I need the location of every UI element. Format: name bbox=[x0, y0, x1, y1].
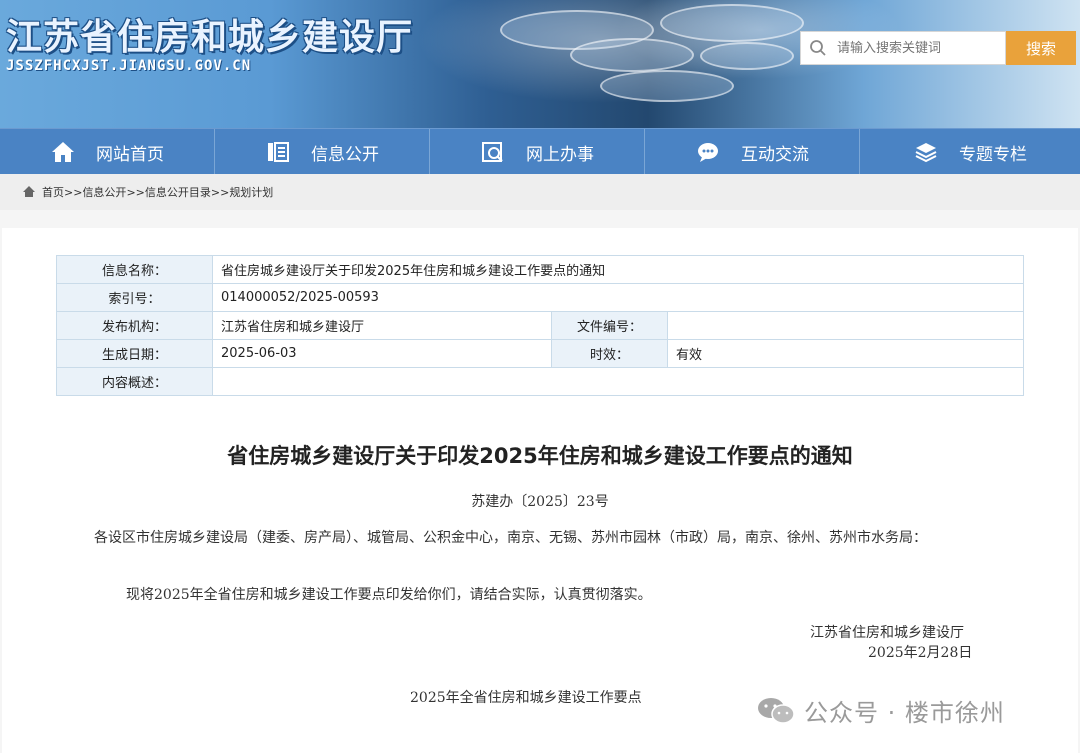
nav-item-home[interactable]: 网站首页 bbox=[0, 129, 215, 175]
breadcrumb: 首页 >> 信息公开 >> 信息公开目录 >> 规划计划 bbox=[0, 174, 1080, 210]
document-metadata-table: 信息名称： 省住房城乡建设厅关于印发2025年住房和城乡建设工作要点的通知 索引… bbox=[56, 255, 1024, 396]
site-header: 江苏省住房和城乡建设厅 JSSZFHCXJST.JIANGSU.GOV.CN 搜… bbox=[0, 0, 1080, 128]
signature-organization: 江苏省住房和城乡建设厅 bbox=[810, 625, 964, 641]
wechat-icon bbox=[758, 697, 795, 724]
document-title: 省住房城乡建设厅关于印发2025年住房和城乡建设工作要点的通知 bbox=[227, 444, 853, 468]
nav-item-interaction[interactable]: 互动交流 bbox=[645, 129, 860, 175]
table-row: 索引号： 014000052/2025-00593 bbox=[56, 283, 1024, 312]
nav-label: 网上办事 bbox=[526, 144, 594, 165]
document-body: 现将2025年全省住房和城乡建设工作要点印发给你们，请结合实际，认真贯彻落实。 bbox=[126, 587, 652, 603]
publisher-label: 发布机构： bbox=[56, 311, 213, 340]
index-value: 014000052/2025-00593 bbox=[212, 283, 1024, 312]
doc-number-label: 文件编号： bbox=[551, 311, 668, 340]
breadcrumb-separator: >> bbox=[210, 185, 230, 199]
nav-item-special-topics[interactable]: 专题专栏 bbox=[860, 129, 1080, 175]
table-row: 信息名称： 省住房城乡建设厅关于印发2025年住房和城乡建设工作要点的通知 bbox=[56, 255, 1024, 284]
breadcrumb-info-catalog[interactable]: 信息公开目录 bbox=[145, 184, 211, 200]
breadcrumb-planning[interactable]: 规划计划 bbox=[229, 184, 273, 200]
date-value: 2025-06-03 bbox=[212, 339, 552, 368]
validity-value: 有效 bbox=[667, 339, 1024, 368]
home-icon bbox=[50, 139, 76, 165]
home-icon bbox=[23, 186, 35, 197]
info-name-value: 省住房城乡建设厅关于印发2025年住房和城乡建设工作要点的通知 bbox=[212, 255, 1024, 284]
document-number: 苏建办〔2025〕23号 bbox=[471, 494, 609, 510]
breadcrumb-info-disclosure[interactable]: 信息公开 bbox=[82, 184, 126, 200]
summary-label: 内容概述： bbox=[56, 367, 213, 396]
watermark-text: 公众号 · 楼市徐州 bbox=[804, 699, 1005, 727]
table-row: 发布机构： 江苏省住房和城乡建设厅 文件编号： bbox=[56, 311, 1024, 340]
search-button[interactable]: 搜索 bbox=[1006, 31, 1076, 65]
site-title[interactable]: 江苏省住房和城乡建设厅 bbox=[6, 8, 413, 60]
table-row: 生成日期： 2025-06-03 时效： 有效 bbox=[56, 339, 1024, 368]
breadcrumb-separator: >> bbox=[64, 185, 83, 199]
chat-icon bbox=[695, 139, 721, 165]
nav-label: 信息公开 bbox=[311, 144, 379, 165]
service-icon bbox=[480, 139, 506, 165]
main-nav: 网站首页 信息公开 网上办事 互动交流 专题专栏 bbox=[0, 128, 1080, 175]
date-label: 生成日期： bbox=[56, 339, 213, 368]
nav-label: 专题专栏 bbox=[959, 144, 1027, 165]
search-box bbox=[800, 31, 1006, 65]
breadcrumb-separator: >> bbox=[126, 185, 145, 199]
breadcrumb-home[interactable]: 首页 bbox=[42, 184, 64, 200]
nav-item-info-disclosure[interactable]: 信息公开 bbox=[215, 129, 430, 175]
index-label: 索引号： bbox=[56, 283, 213, 312]
wechat-watermark: 公众号 · 楼市徐州 bbox=[756, 693, 1005, 728]
table-row: 内容概述： bbox=[56, 367, 1024, 396]
nav-item-online-services[interactable]: 网上办事 bbox=[430, 129, 645, 175]
site-url: JSSZFHCXJST.JIANGSU.GOV.CN bbox=[6, 58, 252, 74]
signature-date: 2025年2月28日 bbox=[868, 645, 973, 661]
content-panel: 信息名称： 省住房城乡建设厅关于印发2025年住房和城乡建设工作要点的通知 索引… bbox=[2, 228, 1078, 753]
publisher-value: 江苏省住房和城乡建设厅 bbox=[212, 311, 552, 340]
info-name-label: 信息名称： bbox=[56, 255, 213, 284]
nav-label: 互动交流 bbox=[741, 144, 809, 165]
document-list-icon bbox=[265, 139, 291, 165]
summary-value bbox=[212, 367, 1024, 396]
attachment-title: 2025年全省住房和城乡建设工作要点 bbox=[410, 690, 642, 706]
search-input[interactable] bbox=[835, 39, 999, 57]
doc-number-value bbox=[667, 311, 1024, 340]
layers-icon bbox=[913, 139, 939, 165]
validity-label: 时效： bbox=[551, 339, 668, 368]
document-addressee: 各设区市住房城乡建设局（建委、房产局）、城管局、公积金中心，南京、无锡、苏州市园… bbox=[94, 530, 927, 546]
nav-label: 网站首页 bbox=[96, 144, 164, 165]
search-icon bbox=[801, 31, 835, 65]
